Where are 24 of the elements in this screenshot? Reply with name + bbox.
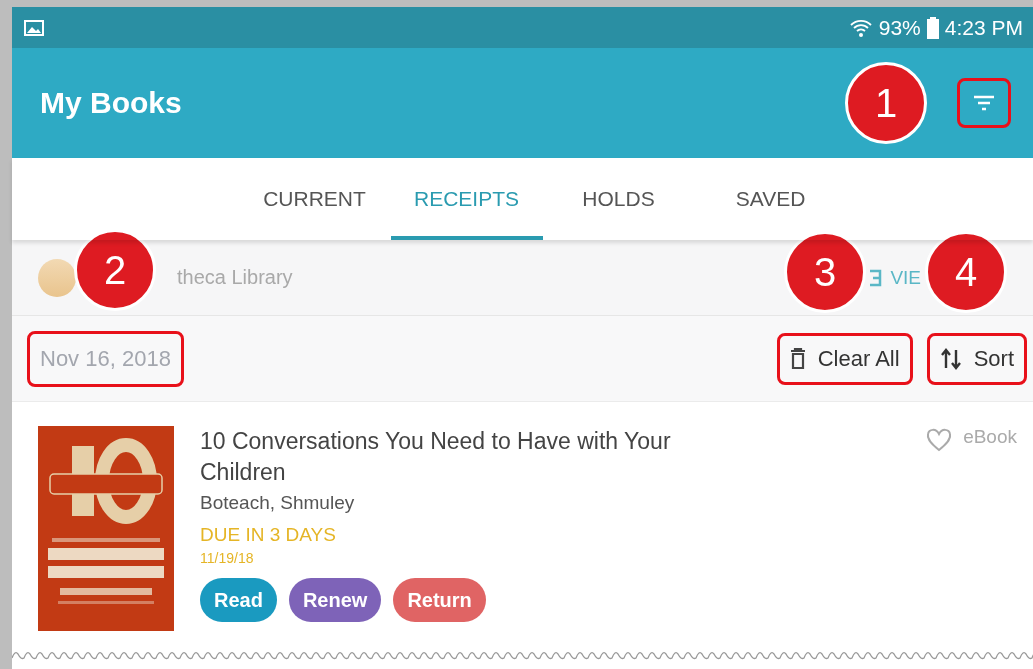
filter-button[interactable]: [957, 78, 1011, 128]
page-title: My Books: [40, 86, 182, 120]
image-icon: [24, 19, 44, 36]
tab[interactable]: CURRENT: [238, 158, 391, 240]
renew-button[interactable]: Renew: [288, 578, 382, 622]
library-name: theca Library: [177, 266, 293, 289]
due-status: DUE IN 3 DAYS: [200, 524, 337, 546]
wifi-icon: [848, 17, 873, 38]
filter-icon: [972, 94, 996, 112]
sort-icon: [939, 347, 962, 370]
tab[interactable]: HOLDS: [542, 158, 695, 240]
book-author: Boteach, Shmuley: [200, 492, 356, 514]
sort-button[interactable]: Sort: [926, 332, 1027, 385]
due-date: 11/19/18: [200, 550, 255, 566]
battery-percent: 93%: [878, 15, 921, 40]
document-icon: [868, 268, 883, 287]
book-format: eBook: [963, 426, 1017, 448]
clear-all-button[interactable]: Clear All: [776, 332, 913, 385]
clock-time: 4:23 PM: [944, 15, 1023, 40]
trash-icon: [789, 347, 806, 370]
battery-icon: [926, 16, 939, 39]
book-title[interactable]: 10 Conversations You Need to Have with Your Children: [200, 426, 745, 488]
receipt-date: Nov 16, 2018: [27, 330, 184, 387]
library-avatar: [38, 258, 76, 297]
